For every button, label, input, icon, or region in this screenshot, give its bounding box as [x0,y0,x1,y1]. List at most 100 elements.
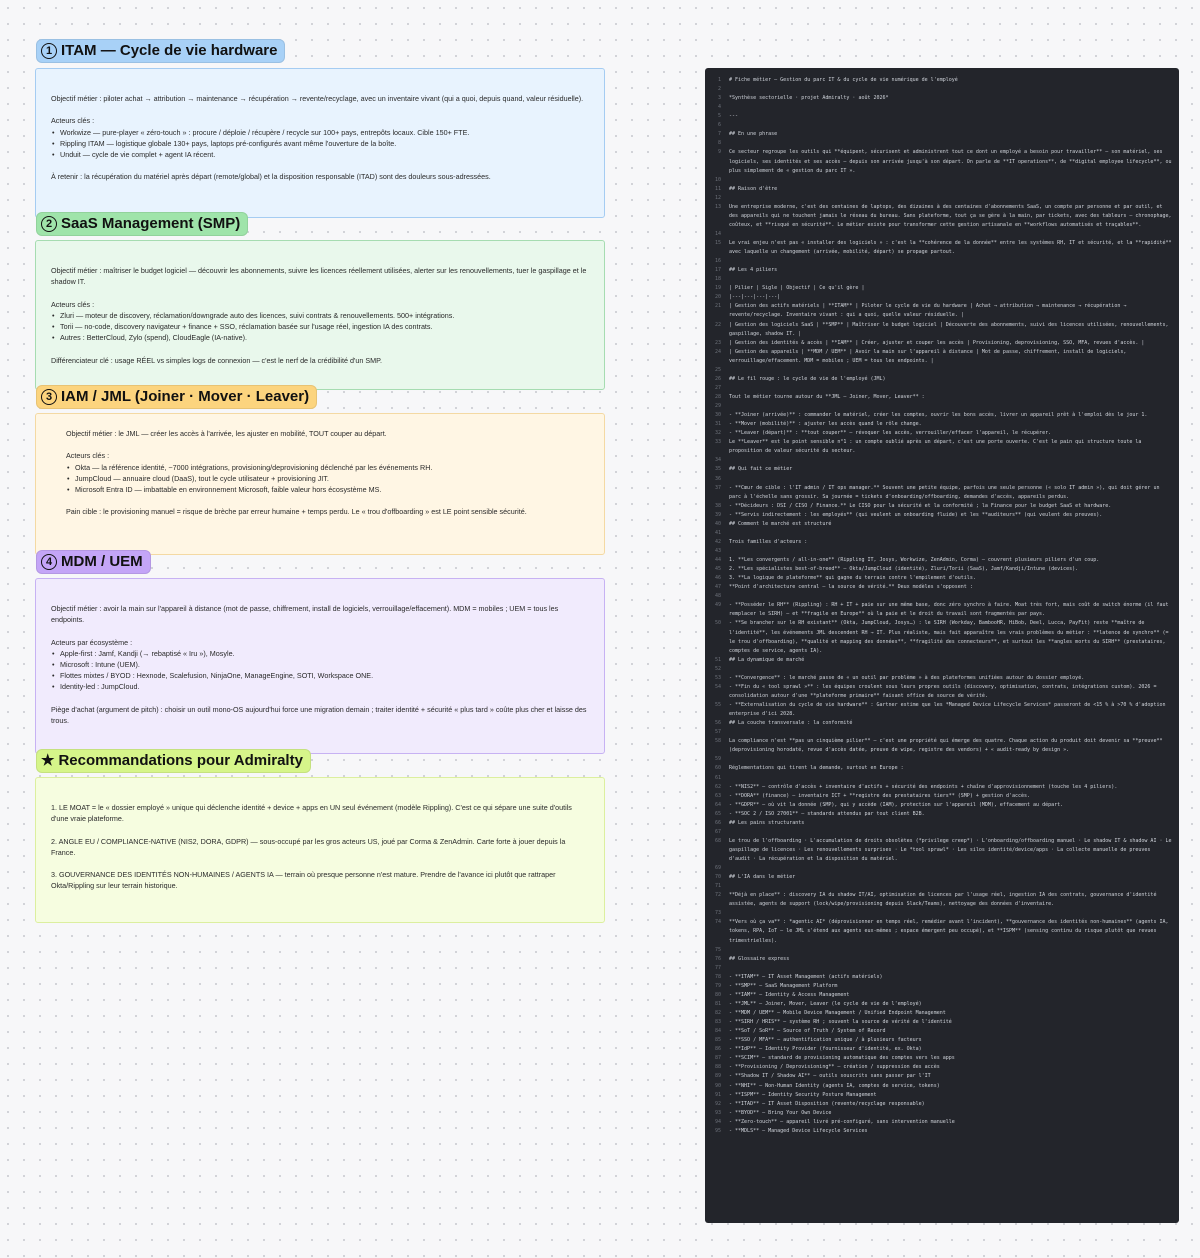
editor-line[interactable]: 52 [705,665,1179,674]
editor-line[interactable]: 12 [705,194,1179,203]
editor-line[interactable]: 23 | Gestion des identités & accès | **IA… [705,339,1179,348]
editor-line[interactable]: 14 [705,230,1179,239]
editor-line[interactable]: 1 # Fiche métier — Gestion du parc IT & d… [705,76,1179,85]
editor-line[interactable]: 17 ## Les 4 piliers [705,266,1179,275]
editor-line[interactable]: 2 [705,85,1179,94]
editor-line[interactable]: 84 - **SoT / SoR** — Source of Truth / Sy… [705,1027,1179,1036]
editor-line[interactable]: 26 ## Le fil rouge : le cycle de vie de l… [705,375,1179,384]
editor-line[interactable]: 51 ## La dynamique de marché [705,656,1179,665]
editor-line[interactable]: 64 - **GDPR** — où vit la donnée (SMP), q… [705,801,1179,810]
editor-line[interactable]: 91 - **ISPM** — Identity Security Posture… [705,1091,1179,1100]
editor-line[interactable]: 20 |---|---|---|---| [705,293,1179,302]
editor-line[interactable]: 45 2. **Les spécialistes best-of-breed** … [705,565,1179,574]
card-mdm[interactable]: Objectif métier : avoir la main sur l'ap… [35,578,605,754]
card-smp[interactable]: Objectif métier : maîtriser le budget lo… [35,240,605,390]
editor-line[interactable]: 56 ## La couche transversale : la conform… [705,719,1179,728]
editor-line[interactable]: 6 [705,121,1179,130]
editor-line[interactable]: 18 [705,275,1179,284]
editor-line[interactable]: 70 ## L'IA dans le métier [705,873,1179,882]
editor-line[interactable]: 61 [705,774,1179,783]
editor-line[interactable]: 94 - **Zero-touch** — appareil livré pré-… [705,1118,1179,1127]
editor-line[interactable]: 95 - **MDLS** — Managed Device Lifecycle … [705,1127,1179,1136]
editor-line[interactable]: 72 **Déjà en place** : discovery IA du sh… [705,891,1179,909]
editor-line[interactable]: 41 [705,529,1179,538]
editor-line[interactable]: 34 [705,456,1179,465]
editor-line[interactable]: 77 [705,964,1179,973]
editor-line[interactable]: 58 La compliance n'est **pas un cinquième… [705,737,1179,755]
editor-line[interactable]: 25 [705,366,1179,375]
editor-line[interactable]: 65 - **SOC 2 / ISO 27001** — standards at… [705,810,1179,819]
editor-line[interactable]: 7 ## En une phrase [705,130,1179,139]
editor-line[interactable]: 83 - **SIRH / HRIS** — système RH ; souve… [705,1018,1179,1027]
card-itam[interactable]: Objectif métier : piloter achat → attrib… [35,68,605,218]
editor-line[interactable]: 75 [705,946,1179,955]
editor-line[interactable]: 29 [705,402,1179,411]
editor-line[interactable]: 69 [705,864,1179,873]
card-iam[interactable]: Objectif métier : le JML — créer les acc… [35,413,605,555]
editor-line[interactable]: 85 - **SSO / MFA** — authentification uni… [705,1036,1179,1045]
editor-line[interactable]: 54 - **Fin du « tool sprawl »** : les équ… [705,683,1179,701]
editor-line[interactable]: 9 Ce secteur regroupe les outils qui **éq… [705,148,1179,175]
editor-line[interactable]: 39 - **Servis indirectement : les employé… [705,511,1179,520]
editor-line[interactable]: 66 ## Les pains structurants [705,819,1179,828]
editor-line[interactable]: 80 - **IAM** — Identity & Access Manageme… [705,991,1179,1000]
editor-line[interactable]: 22 | Gestion des logiciels SaaS | **SMP**… [705,321,1179,339]
editor-line[interactable]: 89 - **Shadow IT / Shadow AI** — outils s… [705,1072,1179,1081]
editor-line[interactable]: 46 3. **La logique de plateforme** qui ga… [705,574,1179,583]
editor-line[interactable]: 62 - **NIS2** — contrôle d'accès + invent… [705,783,1179,792]
editor-line[interactable]: 44 1. **Les convergents / all-in-one** (R… [705,556,1179,565]
editor-line[interactable]: 28 Tout le métier tourne autour du **JML … [705,393,1179,402]
editor-line[interactable]: 67 [705,828,1179,837]
editor-line[interactable]: 19 | Pilier | Sigle | Objectif | Ce qu'il… [705,284,1179,293]
editor-line[interactable]: 59 [705,755,1179,764]
editor-line[interactable]: 43 [705,547,1179,556]
editor-line[interactable]: 33 Le **Leaver** est le point sensible n°… [705,438,1179,456]
editor-line[interactable]: 87 - **SCIM** — standard de provisioning … [705,1054,1179,1063]
editor-line[interactable]: 74 **Vers où ça va** : *agentic AI* (dépr… [705,918,1179,945]
card-recommendations[interactable]: 1. LE MOAT = le « dossier employé » uniq… [35,777,605,923]
editor-line[interactable]: 21 | Gestion des actifs matériels | **ITA… [705,302,1179,320]
editor-line[interactable]: 47 **Point d'architecture central — la so… [705,583,1179,592]
editor-line[interactable]: 76 ## Glossaire express [705,955,1179,964]
editor-line[interactable]: 73 [705,909,1179,918]
editor-line[interactable]: 31 - **Mover (mobilité)** : ajuster les a… [705,420,1179,429]
editor-line[interactable]: 78 - **ITAM** — IT Asset Management (acti… [705,973,1179,982]
editor-line[interactable]: 53 - **Convergence** : le marché passe de… [705,674,1179,683]
editor-line[interactable]: 60 Réglementations qui tirent la demande,… [705,764,1179,773]
editor-line[interactable]: 30 - **Joiner (arrivée)** : commander le … [705,411,1179,420]
editor-line[interactable]: 8 [705,139,1179,148]
editor-line[interactable]: 27 [705,384,1179,393]
editor-line[interactable]: 3 *Synthèse sectorielle · projet Admiralt… [705,94,1179,103]
editor-line[interactable]: 37 - **Cœur de cible : l'IT admin / IT op… [705,484,1179,502]
editor-line[interactable]: 10 [705,176,1179,185]
editor-line[interactable]: 48 [705,592,1179,601]
editor-line[interactable]: 82 - **MDM / UEM** — Mobile Device Manage… [705,1009,1179,1018]
editor-line[interactable]: 40 ## Comment le marché est structuré [705,520,1179,529]
editor-line[interactable]: 42 Trois familles d'acteurs : [705,538,1179,547]
editor-line[interactable]: 81 - **JML** — Joiner, Mover, Leaver (le … [705,1000,1179,1009]
editor-line[interactable]: 32 - **Leaver (départ)** : **tout couper*… [705,429,1179,438]
editor-line[interactable]: 4 [705,103,1179,112]
editor-line[interactable]: 24 | Gestion des appareils | **MDM / UEM*… [705,348,1179,366]
editor-line[interactable]: 90 - **NHI** — Non-Human Identity (agents… [705,1082,1179,1091]
editor-line[interactable]: 68 Le trou de l'offboarding · L'accumulat… [705,837,1179,864]
editor-line[interactable]: 36 [705,475,1179,484]
editor-line[interactable]: 13 Une entreprise moderne, c'est des cent… [705,203,1179,230]
editor-line[interactable]: 16 [705,257,1179,266]
editor-line[interactable]: 86 - **IdP** — Identity Provider (fournis… [705,1045,1179,1054]
editor-line[interactable]: 38 - **Décideurs : DSI / CISO / Finance.*… [705,502,1179,511]
editor-line[interactable]: 15 Le vrai enjeu n'est pas « installer de… [705,239,1179,257]
editor-line[interactable]: 88 - **Provisioning / Deprovisioning** — … [705,1063,1179,1072]
editor-line[interactable]: 93 - **BYOD** — Bring Your Own Device [705,1109,1179,1118]
editor-line[interactable]: 49 - **Posséder le RH** (Rippling) : RH +… [705,601,1179,619]
editor-line[interactable]: 50 - **Se brancher sur le RH existant** (… [705,619,1179,655]
editor-line[interactable]: 55 - **Externalisation du cycle de vie ha… [705,701,1179,719]
editor-line[interactable]: 63 - **DORA** (finance) — inventaire ICT … [705,792,1179,801]
editor-line[interactable]: 71 [705,882,1179,891]
editor-line[interactable]: 57 [705,728,1179,737]
editor-line[interactable]: 35 ## Qui fait ce métier [705,465,1179,474]
markdown-editor[interactable]: 1 # Fiche métier — Gestion du parc IT & d… [705,68,1179,1223]
editor-line[interactable]: 92 - **ITAD** — IT Asset Disposition (rev… [705,1100,1179,1109]
editor-line[interactable]: 5 --- [705,112,1179,121]
editor-line[interactable]: 11 ## Raison d'être [705,185,1179,194]
